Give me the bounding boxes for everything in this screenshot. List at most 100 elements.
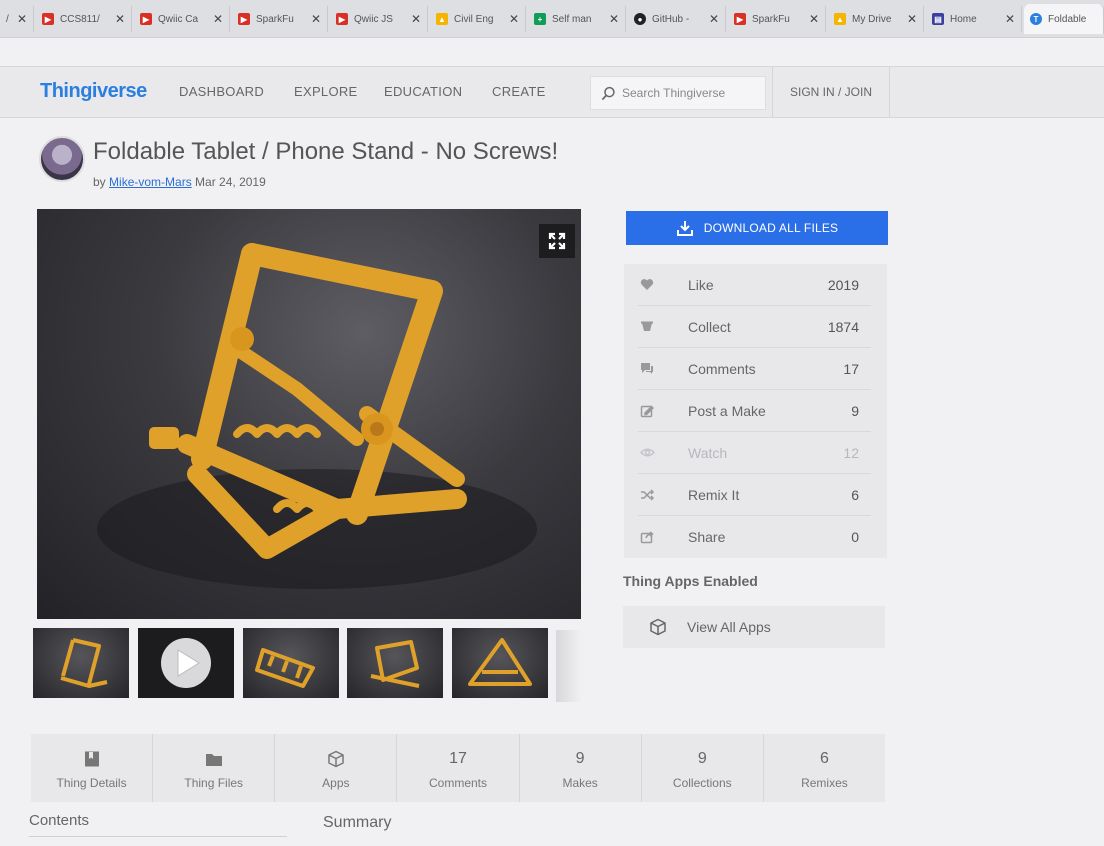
github-icon: ●: [634, 13, 646, 25]
browser-tab[interactable]: ▶ CCS811/ ✕: [36, 6, 132, 32]
close-tab-icon[interactable]: ✕: [507, 12, 521, 26]
stand-thumbnail-graphic: [468, 638, 532, 686]
byline-by: by: [93, 175, 106, 189]
tab-title: Qwiic JS: [354, 13, 393, 25]
tab-remixes[interactable]: 6 Remixes: [764, 734, 885, 802]
pdf-icon: ▶: [42, 13, 54, 25]
image-thumbnail[interactable]: [347, 628, 443, 698]
tab-count: 6: [819, 750, 829, 767]
browser-tab[interactable]: ▶ SparkFu ✕: [232, 6, 328, 32]
download-all-files-button[interactable]: DOWNLOAD ALL FILES: [626, 211, 888, 245]
expand-fullscreen-button[interactable]: [539, 224, 575, 258]
stat-label: Collect: [688, 318, 731, 335]
close-tab-icon[interactable]: ✕: [1003, 12, 1017, 26]
contents-divider: [29, 836, 287, 837]
browser-tab[interactable]: ▶ Qwiic JS ✕: [330, 6, 428, 32]
close-tab-icon[interactable]: ✕: [707, 12, 721, 26]
tab-count: 9: [697, 750, 707, 767]
browser-tab[interactable]: ▲ My Drive ✕: [828, 6, 924, 32]
heart-icon: [640, 279, 654, 290]
search-box[interactable]: [590, 76, 766, 110]
stat-watch[interactable]: Watch 12: [638, 432, 871, 474]
image-thumbnail[interactable]: [33, 628, 129, 698]
tab-title: Home: [950, 13, 977, 25]
tab-label: Collections: [672, 776, 732, 790]
stand-thumbnail-graphic: [60, 638, 108, 688]
stat-share[interactable]: Share 0: [638, 516, 871, 558]
cube-icon: [650, 618, 666, 636]
stat-post-a-make[interactable]: Post a Make 9: [638, 390, 871, 432]
sign-in-join-link[interactable]: SIGN IN / JOIN: [772, 67, 890, 117]
stat-value: 17: [843, 360, 859, 377]
stat-value: 6: [851, 486, 859, 503]
thing-details-icon: [84, 751, 99, 767]
tab-label: Apps: [322, 776, 350, 790]
stat-label: Like: [688, 276, 714, 293]
image-thumbnail[interactable]: [243, 628, 339, 698]
image-thumbnail[interactable]: [452, 628, 548, 698]
tab-title: Civil Eng: [454, 13, 494, 25]
stat-label: Post a Make: [688, 402, 766, 419]
tab-makes[interactable]: 9 Makes: [520, 734, 642, 802]
thingiverse-logo[interactable]: Thingiverse: [40, 80, 147, 103]
forms-icon: ▤: [932, 13, 944, 25]
thing-tabs-bar: Thing Details Thing Files Apps 17 Commen…: [31, 734, 885, 802]
browser-tab[interactable]: ▶ SparkFu ✕: [728, 6, 826, 32]
google-sheets-icon: +: [534, 13, 546, 25]
author-avatar[interactable]: [39, 136, 85, 182]
video-thumbnail[interactable]: [138, 628, 234, 698]
close-tab-icon[interactable]: ✕: [113, 12, 127, 26]
tab-title: Foldable: [1048, 13, 1087, 25]
browser-tab[interactable]: ▤ Home ✕: [926, 6, 1022, 32]
tab-thing-files[interactable]: Thing Files: [153, 734, 276, 802]
download-label: DOWNLOAD ALL FILES: [703, 221, 839, 235]
browser-tab[interactable]: ▲ Civil Eng ✕: [430, 6, 526, 32]
tab-count: 9: [575, 750, 585, 767]
search-input[interactable]: [622, 86, 752, 100]
view-all-apps-label: View All Apps: [687, 619, 771, 635]
stat-label: Comments: [688, 360, 756, 377]
stat-remix-it[interactable]: Remix It 6: [638, 474, 871, 516]
nav-dashboard[interactable]: DASHBOARD: [179, 84, 264, 99]
thumbnail-scroll-edge[interactable]: [556, 630, 582, 702]
close-tab-icon[interactable]: ✕: [309, 12, 323, 26]
close-tab-icon[interactable]: ✕: [15, 12, 29, 26]
pdf-icon: ▶: [734, 13, 746, 25]
close-tab-icon[interactable]: ✕: [807, 12, 821, 26]
browser-tab-active[interactable]: T Foldable: [1024, 4, 1104, 34]
tab-title: My Drive: [852, 13, 892, 25]
tab-comments[interactable]: 17 Comments: [397, 734, 520, 802]
tab-label: Thing Details: [56, 776, 127, 790]
stat-comments[interactable]: Comments 17: [638, 348, 871, 390]
stat-collect[interactable]: Collect 1874: [638, 306, 871, 348]
view-all-apps-button[interactable]: View All Apps: [623, 606, 885, 648]
play-icon: [161, 638, 211, 688]
stat-label: Remix It: [688, 486, 740, 503]
remix-icon: [641, 488, 655, 501]
tab-collections[interactable]: 9 Collections: [642, 734, 764, 802]
close-tab-icon[interactable]: ✕: [905, 12, 919, 26]
main-thing-image[interactable]: [37, 209, 581, 619]
search-icon: [601, 86, 615, 100]
close-tab-icon[interactable]: ✕: [607, 12, 621, 26]
download-icon: [676, 221, 693, 236]
browser-tab[interactable]: ▶ Qwiic Ca ✕: [134, 6, 230, 32]
close-tab-icon[interactable]: ✕: [409, 12, 423, 26]
stat-label: Share: [688, 529, 726, 545]
byline: by Mike-vom-Mars Mar 24, 2019: [93, 175, 266, 189]
browser-tab[interactable]: ● GitHub - ✕: [628, 6, 726, 32]
tab-apps[interactable]: Apps: [275, 734, 398, 802]
close-tab-icon[interactable]: ✕: [211, 12, 225, 26]
browser-tab[interactable]: + Self man ✕: [528, 6, 626, 32]
nav-explore[interactable]: EXPLORE: [294, 84, 358, 99]
stat-value: 0: [851, 529, 859, 545]
stat-like[interactable]: Like 2019: [638, 264, 871, 306]
nav-create[interactable]: CREATE: [492, 84, 546, 99]
browser-tab[interactable]: / ✕: [0, 6, 34, 32]
thing-stats-panel: Like 2019 Collect 1874 Comments 17 Post …: [624, 264, 887, 558]
tab-title: GitHub -: [652, 13, 690, 25]
author-link[interactable]: Mike-vom-Mars: [109, 175, 192, 189]
tab-thing-details[interactable]: Thing Details: [31, 734, 154, 802]
nav-education[interactable]: EDUCATION: [384, 84, 462, 99]
collect-icon: [641, 321, 653, 331]
